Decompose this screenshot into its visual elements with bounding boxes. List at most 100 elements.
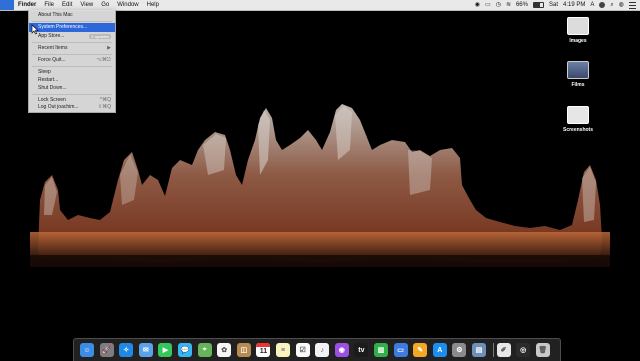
display-icon[interactable]: ▭ <box>485 0 491 10</box>
menu-edit[interactable]: Edit <box>58 0 76 10</box>
desktop-item-label: Screenshots <box>562 127 593 133</box>
apple-menu-dropdown: About This Mac System Preferences... App… <box>28 10 116 113</box>
dock-glyph: 🚀 <box>102 347 111 354</box>
menu-item-shut-down-label: Shut Down... <box>38 85 67 91</box>
menu-finder[interactable]: Finder <box>14 0 40 10</box>
screen-recording-icon[interactable]: ◉ <box>475 0 480 10</box>
textedit-icon[interactable]: ✐ <box>496 343 511 357</box>
siri-icon[interactable]: ◍ <box>619 0 624 10</box>
menu-item-recent-items[interactable]: Recent Items ▶ <box>29 44 115 53</box>
menu-window[interactable]: Window <box>113 0 142 10</box>
menu-item-about[interactable]: About This Mac <box>29 11 115 20</box>
menu-item-shut-down[interactable]: Shut Down... <box>29 84 115 93</box>
submenu-arrow-icon: ▶ <box>107 45 111 51</box>
desktop-item-images[interactable]: Images <box>556 17 600 44</box>
keynote-icon[interactable]: ▭ <box>393 343 408 357</box>
system-preferences-icon[interactable]: ⚙ <box>452 343 467 357</box>
dock-glyph: 🗑 <box>538 347 548 354</box>
search-icon[interactable]: ⌕ <box>610 0 613 10</box>
input-source-indicator[interactable]: A <box>590 0 594 10</box>
notes-icon[interactable]: ≡ <box>276 343 290 357</box>
menu-item-app-store[interactable]: App Store... 4 updates <box>29 32 115 41</box>
dock-glyph: ▶ <box>162 347 169 354</box>
menu-separator <box>32 42 112 43</box>
dock-glyph: ☑ <box>299 347 306 354</box>
facetime-icon[interactable]: ▶ <box>158 343 173 357</box>
menu-item-force-quit-label: Force Quit... <box>38 57 66 63</box>
dock-glyph: ⚙ <box>456 347 463 354</box>
battery-icon[interactable] <box>532 2 544 8</box>
dock-glyph: ✉ <box>142 347 149 354</box>
safari-icon[interactable]: ✧ <box>119 343 134 357</box>
menu-item-force-quit[interactable]: Force Quit... ⌥⌘⎋ <box>29 56 115 65</box>
calendar-date: 11 <box>259 348 268 355</box>
force-quit-shortcut: ⌥⌘⎋ <box>96 57 111 63</box>
dock-glyph: ⌖ <box>202 346 207 353</box>
menu-help[interactable]: Help <box>143 0 163 10</box>
menu-file[interactable]: File <box>40 0 58 10</box>
dock-glyph: ▭ <box>397 347 404 354</box>
dock-glyph: ✎ <box>417 347 424 354</box>
screenshot-icon <box>567 106 589 124</box>
desktop-item-films[interactable]: Films <box>556 61 600 88</box>
dock-glyph: ☺ <box>83 346 91 354</box>
menu-item-system-preferences[interactable]: System Preferences... <box>29 23 115 32</box>
preview-icon[interactable]: ▤ <box>472 343 486 357</box>
messages-icon[interactable]: 💬 <box>178 343 192 357</box>
clock-time[interactable]: 4:19 PM <box>563 0 585 10</box>
maps-icon[interactable]: ⌖ <box>197 343 212 357</box>
wifi-icon[interactable]: ≋ <box>506 0 511 10</box>
podcasts-icon[interactable]: ◉ <box>334 343 349 357</box>
menu-item-log-out[interactable]: Log Out joachim... ⇧⌘Q <box>29 103 115 112</box>
tv-icon[interactable]: tv <box>354 343 369 357</box>
dock-glyph: ◎ <box>520 347 527 354</box>
apple-logo-icon[interactable] <box>0 0 14 10</box>
trash-icon[interactable]: 🗑 <box>535 343 550 357</box>
menu-item-sleep-label: Sleep <box>38 69 51 75</box>
menu-separator <box>32 54 112 55</box>
film-icon <box>567 61 589 79</box>
launchpad-icon[interactable]: 🚀 <box>99 343 114 357</box>
menu-separator <box>32 21 112 22</box>
avatar-icon[interactable] <box>599 2 606 8</box>
dock-glyph: ✧ <box>123 347 130 354</box>
dock-glyph: ♪ <box>320 346 324 354</box>
mail-icon[interactable]: ✉ <box>138 343 153 357</box>
finder-icon[interactable]: ☺ <box>80 343 94 357</box>
desktop-item-label: Images <box>569 38 587 44</box>
updates-badge: 4 updates <box>89 34 111 39</box>
dock-glyph: tv <box>358 346 365 354</box>
battery-percent[interactable]: 66% <box>516 0 528 10</box>
dock: ☺ 🚀 ✧ ✉ ▶ 💬 ⌖ ✿ ◫ 11 ≡ ☑ ♪ ◉ tv ▥ ▭ ✎ A ⚙ ▤ ✐ ◎ 🗑 <box>73 338 561 361</box>
numbers-icon[interactable]: ▥ <box>374 343 388 357</box>
dock-glyph: ▤ <box>475 347 483 354</box>
menu-item-recent-items-label: Recent Items <box>38 45 68 51</box>
dock-glyph: ✐ <box>500 347 507 354</box>
dock-glyph: ≡ <box>280 346 286 354</box>
obs-icon[interactable]: ◎ <box>516 343 531 357</box>
contacts-icon[interactable]: ◫ <box>236 343 251 357</box>
dock-glyph: ▥ <box>377 347 385 354</box>
photos-icon[interactable]: ✿ <box>217 343 232 357</box>
desktop-item-label: Films <box>571 82 585 88</box>
calendar-icon[interactable]: 11 <box>256 343 271 357</box>
dock-glyph: A <box>437 346 443 354</box>
menu-item-system-preferences-label: System Preferences... <box>38 24 88 30</box>
menu-item-about-label: About This Mac <box>38 12 73 18</box>
app-store-icon[interactable]: A <box>432 343 447 357</box>
notification-center-icon[interactable] <box>629 1 636 9</box>
pages-icon[interactable]: ✎ <box>413 343 428 357</box>
reminders-icon[interactable]: ☑ <box>295 343 310 357</box>
menu-separator <box>32 66 112 67</box>
menu-view[interactable]: View <box>76 0 97 10</box>
music-icon[interactable]: ♪ <box>315 343 330 357</box>
clock-day[interactable]: Sat <box>549 0 558 10</box>
mouse-pointer-icon <box>31 24 39 35</box>
dock-glyph: ◉ <box>338 347 345 354</box>
menu-item-restart-label: Restart... <box>38 77 59 83</box>
desktop-item-screenshots[interactable]: Screenshots <box>556 106 600 133</box>
timemachine-icon[interactable]: ◷ <box>496 0 501 10</box>
menu-go[interactable]: Go <box>97 0 113 10</box>
menu-separator <box>32 94 112 95</box>
folder-icon <box>567 17 589 35</box>
